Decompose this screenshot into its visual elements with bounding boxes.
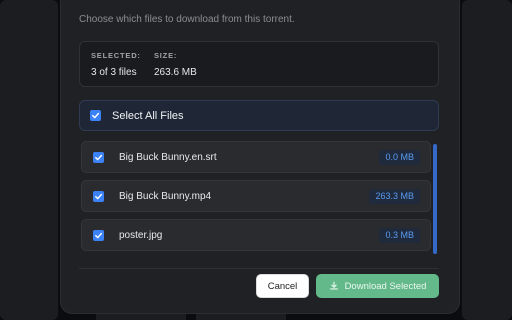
background-panel-right: [462, 0, 512, 320]
file-name: poster.jpg: [119, 230, 163, 241]
file-size-badge: 263.3 MB: [369, 189, 420, 204]
file-row[interactable]: poster.jpg 0.3 MB: [81, 219, 431, 251]
file-row[interactable]: Big Buck Bunny.mp4 263.3 MB: [81, 180, 431, 212]
dialog-subtitle: Choose which files to download from this…: [79, 14, 295, 25]
file-size-badge: 0.0 MB: [379, 150, 420, 165]
file-checkbox[interactable]: [93, 230, 104, 241]
file-name: Big Buck Bunny.mp4: [119, 191, 212, 202]
cancel-button[interactable]: Cancel: [256, 274, 309, 298]
select-all-label: Select All Files: [112, 110, 184, 122]
file-list: Big Buck Bunny.en.srt 0.0 MB Big Buck Bu…: [81, 141, 441, 256]
file-list-scrollbar[interactable]: [433, 144, 437, 254]
file-selection-dialog: Choose which files to download from this…: [60, 0, 460, 314]
check-icon: [95, 154, 103, 161]
selection-summary: SELECTED: 3 of 3 files SIZE: 263.6 MB: [79, 41, 439, 87]
file-checkbox[interactable]: [93, 191, 104, 202]
cancel-button-label: Cancel: [267, 280, 298, 292]
check-icon: [95, 193, 103, 200]
size-value: 263.6 MB: [154, 67, 197, 78]
screen: Choose which files to download from this…: [0, 0, 512, 320]
download-icon: [329, 281, 338, 290]
download-button-label: Download Selected: [344, 280, 427, 292]
selected-value: 3 of 3 files: [91, 67, 137, 78]
select-all-row[interactable]: Select All Files: [79, 100, 439, 131]
select-all-checkbox[interactable]: [90, 110, 101, 121]
check-icon: [95, 232, 103, 239]
size-summary: SIZE: 263.6 MB: [154, 51, 197, 78]
file-name: Big Buck Bunny.en.srt: [119, 152, 217, 163]
file-checkbox[interactable]: [93, 152, 104, 163]
size-label: SIZE:: [154, 51, 178, 60]
file-size-badge: 0.3 MB: [379, 228, 420, 243]
footer-divider: [79, 268, 439, 269]
file-row[interactable]: Big Buck Bunny.en.srt 0.0 MB: [81, 141, 431, 173]
download-selected-button[interactable]: Download Selected: [316, 274, 439, 298]
background-panel-left: [0, 0, 58, 320]
selected-label: SELECTED:: [91, 51, 141, 60]
check-icon: [92, 112, 100, 119]
selected-summary: SELECTED: 3 of 3 files: [91, 51, 141, 78]
